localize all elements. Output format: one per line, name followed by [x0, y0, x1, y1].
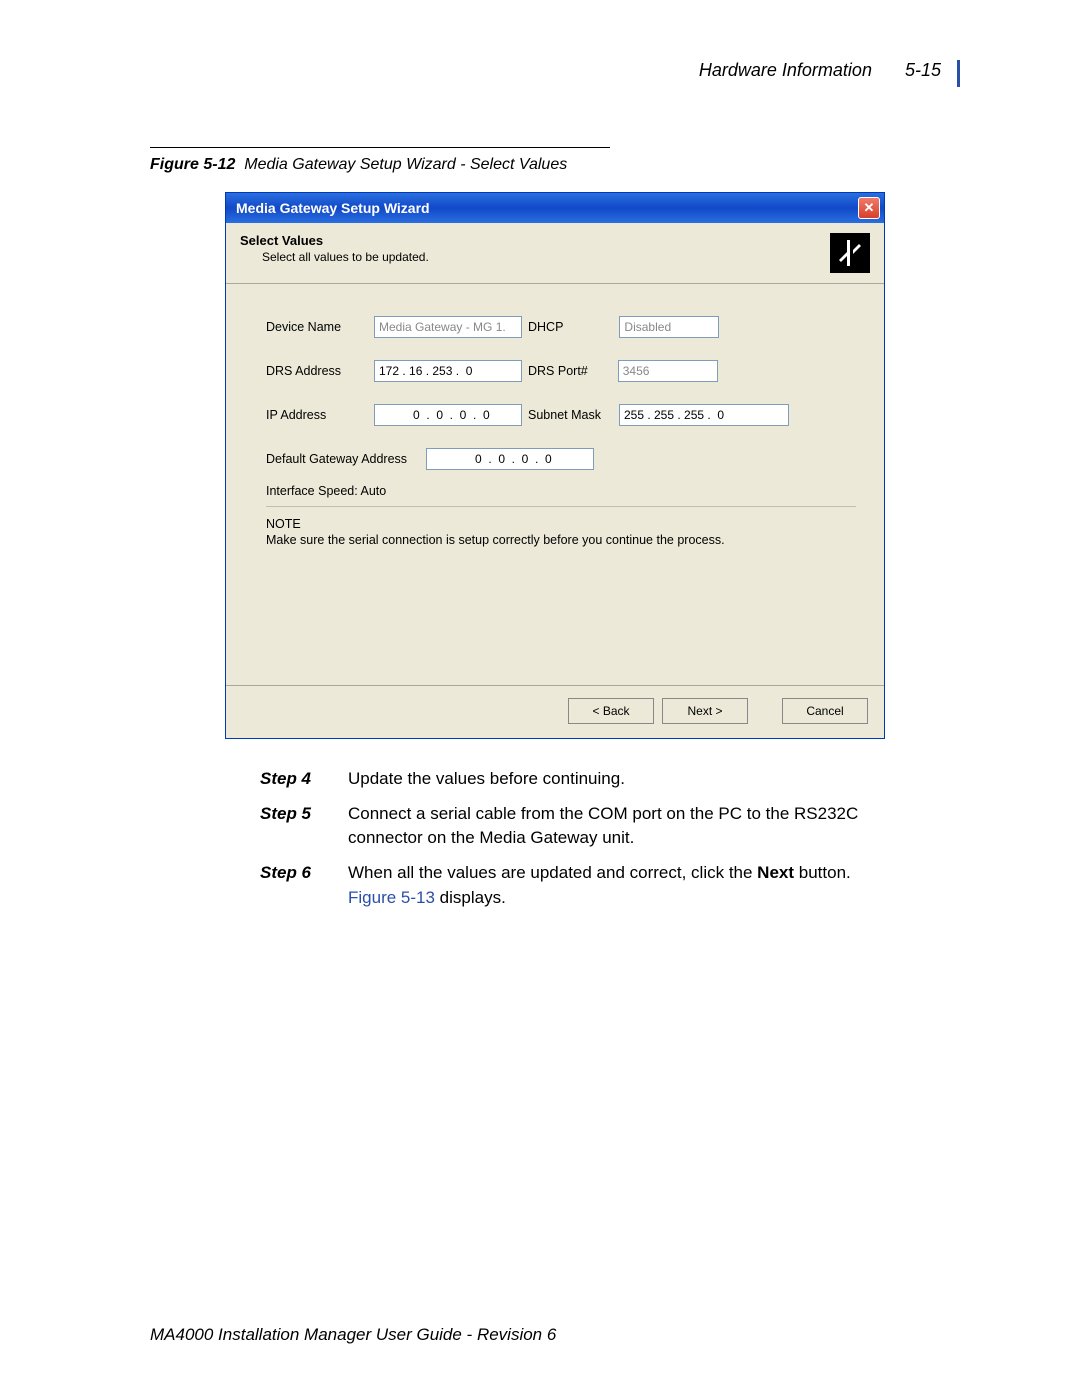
wizard-header-panel: Select Values Select all values to be up… — [226, 223, 884, 284]
page-number: 5-15 — [877, 60, 941, 80]
step-5: Step 5 Connect a serial cable from the C… — [260, 802, 900, 851]
drs-port-input[interactable] — [618, 360, 718, 382]
drs-port-label: DRS Port# — [528, 364, 588, 378]
dhcp-label: DHCP — [528, 320, 563, 334]
interface-speed: Interface Speed: Auto — [266, 484, 856, 498]
wizard-footer: < Back Next > Cancel — [226, 686, 884, 738]
back-button[interactable]: < Back — [568, 698, 654, 724]
ip-address-label: IP Address — [266, 408, 374, 422]
steps-list: Step 4 Update the values before continui… — [260, 767, 900, 910]
drs-address-input[interactable] — [374, 360, 522, 382]
device-name-input[interactable] — [374, 316, 522, 338]
row-drs: DRS Address DRS Port# — [266, 360, 856, 382]
figure-link[interactable]: Figure 5-13 — [348, 888, 435, 907]
subnet-mask-input[interactable] — [619, 404, 789, 426]
note-body: Make sure the serial connection is setup… — [266, 533, 856, 547]
step-6: Step 6 When all the values are updated a… — [260, 861, 900, 910]
wizard-dialog: Media Gateway Setup Wizard ✕ Select Valu… — [225, 192, 885, 739]
step-label: Step 6 — [260, 861, 348, 910]
wizard-body: Device Name DHCP DRS Address DRS Port# I… — [226, 284, 884, 686]
subnet-mask-label: Subnet Mask — [528, 408, 601, 422]
figure-title: Media Gateway Setup Wizard - Select Valu… — [244, 156, 567, 173]
row-gateway: Default Gateway Address — [266, 448, 856, 470]
step-text-bold: Next — [757, 863, 794, 882]
page-footer: MA4000 Installation Manager User Guide -… — [150, 1325, 556, 1345]
note-title: NOTE — [266, 517, 856, 531]
step-4: Step 4 Update the values before continui… — [260, 767, 900, 792]
window-title: Media Gateway Setup Wizard — [236, 200, 430, 216]
next-button[interactable]: Next > — [662, 698, 748, 724]
note-block: NOTE Make sure the serial connection is … — [266, 517, 856, 547]
device-name-label: Device Name — [266, 320, 374, 334]
drs-address-label: DRS Address — [266, 364, 374, 378]
titlebar: Media Gateway Setup Wizard ✕ — [226, 193, 884, 223]
gateway-label: Default Gateway Address — [266, 452, 426, 466]
step-text: When all the values are updated and corr… — [348, 861, 900, 910]
wizard-logo-icon — [830, 233, 870, 273]
separator — [266, 506, 856, 507]
row-device-name: Device Name DHCP — [266, 316, 856, 338]
close-button[interactable]: ✕ — [858, 197, 880, 219]
step-label: Step 4 — [260, 767, 348, 792]
ip-address-input[interactable] — [374, 404, 522, 426]
figure-number: Figure 5-12 — [150, 156, 235, 173]
close-icon: ✕ — [864, 200, 875, 216]
step-text-pre: When all the values are updated and corr… — [348, 863, 757, 882]
wizard-heading: Select Values — [240, 233, 429, 248]
wizard-subheading: Select all values to be updated. — [240, 250, 429, 264]
step-text-mid: button. — [794, 863, 851, 882]
step-text: Connect a serial cable from the COM port… — [348, 802, 900, 851]
gateway-input[interactable] — [426, 448, 594, 470]
caption-rule — [150, 147, 610, 148]
figure-caption: Figure 5-12 Media Gateway Setup Wizard -… — [150, 156, 960, 174]
page-header: Hardware Information 5-15 — [150, 60, 960, 87]
step-label: Step 5 — [260, 802, 348, 851]
dhcp-input[interactable] — [619, 316, 719, 338]
section-title: Hardware Information — [699, 60, 872, 80]
cancel-button[interactable]: Cancel — [782, 698, 868, 724]
step-text: Update the values before continuing. — [348, 767, 900, 792]
step-text-post: displays. — [435, 888, 506, 907]
row-ip: IP Address Subnet Mask — [266, 404, 856, 426]
